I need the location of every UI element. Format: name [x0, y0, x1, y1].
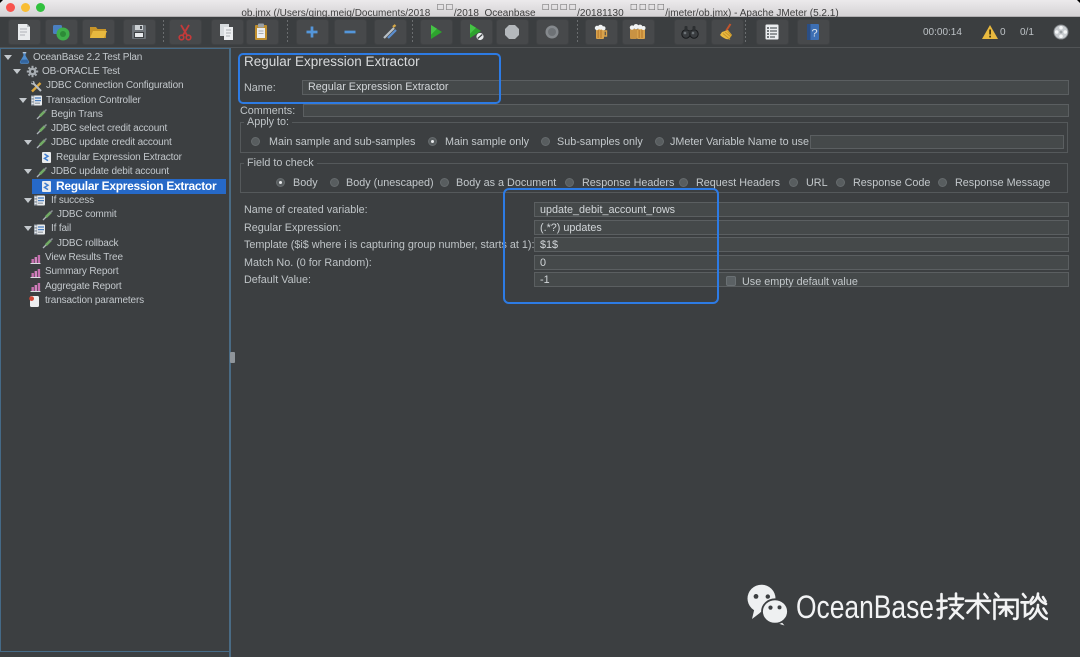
svg-text:OceanBase: OceanBase	[796, 590, 934, 624]
svg-text:?: ?	[811, 28, 817, 40]
